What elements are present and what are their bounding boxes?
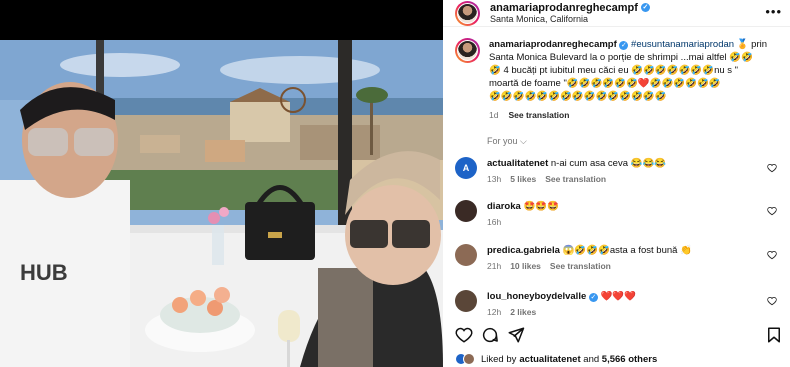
post-media: HUB bbox=[0, 0, 443, 367]
post-caption: anamariaprodanreghecampf ✓ #eusuntanamar… bbox=[455, 38, 785, 122]
comment-likes[interactable]: 5 likes bbox=[510, 173, 536, 186]
verified-icon: ✓ bbox=[588, 293, 598, 302]
author-username[interactable]: anamariaprodanreghecampf bbox=[490, 2, 638, 15]
caption-text-3: moartă de foame "🤣🤣🤣🤣🤣🤣❤️🤣🤣🤣🤣🤣🤣 bbox=[489, 78, 721, 89]
more-icon[interactable]: ••• bbox=[765, 4, 782, 19]
post-photo[interactable]: HUB bbox=[0, 40, 443, 367]
for-you-label: For you bbox=[487, 136, 518, 146]
liked-by-count[interactable]: 5,566 others bbox=[602, 354, 657, 365]
liked-by-middle: and bbox=[580, 353, 602, 365]
for-you-filter[interactable]: For you ⌵ bbox=[487, 136, 527, 147]
comment-item: diaroka 🤩🤩🤩 16h bbox=[455, 200, 783, 229]
comment-avatar[interactable] bbox=[455, 244, 477, 266]
comment-avatar[interactable] bbox=[455, 200, 477, 222]
caption-username[interactable]: anamariaprodanreghecampf bbox=[489, 39, 617, 50]
share-icon[interactable] bbox=[507, 326, 525, 344]
comment-text: 😱🤣🤣🤣asta a fost bună 👏 bbox=[562, 245, 692, 256]
post-location[interactable]: Santa Monica, California bbox=[490, 14, 650, 24]
comment-username[interactable]: predica.gabriela bbox=[487, 245, 560, 256]
liked-by-summary: Liked by actualitatenet and 5,566 others bbox=[455, 353, 657, 365]
liked-by-avatars[interactable] bbox=[455, 353, 477, 365]
comment-icon[interactable] bbox=[481, 326, 499, 344]
comment-likes[interactable]: 2 likes bbox=[510, 306, 536, 319]
caption-text-4: 🤣🤣🤣🤣🤣🤣🤣🤣🤣🤣🤣🤣🤣🤣🤣 bbox=[489, 91, 667, 102]
comment-item: lou_honeyboydelvalle ✓ ❤️❤️❤️ 12h 2 like… bbox=[455, 290, 783, 319]
author-username-row[interactable]: anamariaprodanreghecampf ✓ bbox=[490, 2, 650, 15]
comment-text: ❤️❤️❤️ bbox=[600, 291, 637, 302]
comment-time[interactable]: 21h bbox=[487, 260, 501, 273]
comment-item: predica.gabriela 😱🤣🤣🤣asta a fost bună 👏 … bbox=[455, 244, 783, 273]
caption-see-translation[interactable]: See translation bbox=[508, 109, 569, 122]
comment-time[interactable]: 13h bbox=[487, 173, 501, 186]
comment-username[interactable]: actualitatenet bbox=[487, 158, 548, 169]
comment-username[interactable]: diaroka bbox=[487, 201, 521, 212]
liked-by-user[interactable]: actualitatenet bbox=[519, 354, 580, 365]
comment-avatar[interactable]: A bbox=[455, 157, 477, 179]
comment-see-translation[interactable]: See translation bbox=[550, 260, 611, 273]
liked-by-prefix: Liked by bbox=[481, 353, 517, 365]
heart-icon[interactable] bbox=[767, 296, 777, 306]
heart-icon[interactable] bbox=[767, 163, 777, 173]
bookmark-icon[interactable] bbox=[765, 326, 783, 344]
comment-avatar[interactable] bbox=[455, 290, 477, 312]
comment-text: n-ai cum asa ceva 😂😂😂 bbox=[550, 158, 667, 169]
verified-icon: ✓ bbox=[619, 41, 629, 50]
caption-time[interactable]: 1d bbox=[489, 109, 498, 122]
comment-username[interactable]: lou_honeyboydelvalle bbox=[487, 291, 586, 302]
comment-item: A actualitatenet n-ai cum asa ceva 😂😂😂 1… bbox=[455, 157, 783, 186]
photo-illustration: HUB bbox=[0, 40, 443, 367]
caption-avatar[interactable] bbox=[455, 38, 480, 63]
caption-text-2: 🤣 4 bucăți pt iubitul meu căci eu 🤣🤣🤣🤣🤣🤣… bbox=[489, 65, 739, 76]
author-avatar[interactable] bbox=[455, 0, 480, 26]
comment-time[interactable]: 16h bbox=[487, 216, 501, 229]
heart-icon[interactable] bbox=[455, 326, 473, 344]
heart-icon[interactable] bbox=[767, 250, 777, 260]
comment-time[interactable]: 12h bbox=[487, 306, 501, 319]
caption-hashtag[interactable]: #eusuntanamariaprodan bbox=[631, 39, 734, 50]
post-action-bar bbox=[455, 326, 783, 346]
comment-text: 🤩🤩🤩 bbox=[523, 201, 559, 212]
post-side-panel: anamariaprodanreghecampf ✓ Santa Monica,… bbox=[443, 0, 790, 367]
header-divider bbox=[443, 26, 790, 27]
svg-text:HUB: HUB bbox=[20, 260, 68, 285]
chevron-down-icon: ⌵ bbox=[520, 136, 527, 146]
heart-icon[interactable] bbox=[767, 206, 777, 216]
post-header: anamariaprodanreghecampf ✓ Santa Monica,… bbox=[443, 0, 790, 26]
comment-see-translation[interactable]: See translation bbox=[545, 173, 606, 186]
verified-icon: ✓ bbox=[640, 3, 650, 13]
comment-likes[interactable]: 10 likes bbox=[510, 260, 541, 273]
